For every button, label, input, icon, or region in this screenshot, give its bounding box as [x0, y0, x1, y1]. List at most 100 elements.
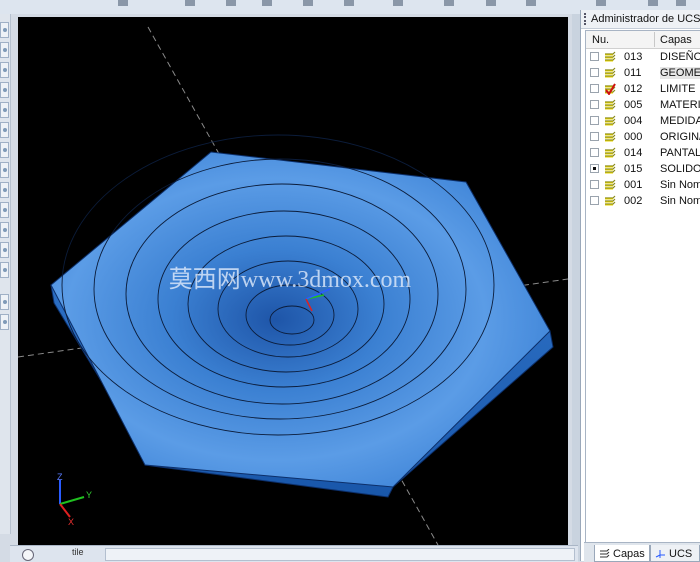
layer-number: 001 [624, 179, 643, 191]
layer-visibility-checkbox[interactable] [590, 132, 599, 141]
snap-circle-icon[interactable] [22, 549, 34, 561]
layer-name: LIMITE [660, 83, 696, 95]
layer-visibility-checkbox[interactable] [590, 164, 599, 173]
layer-name: Sin Nom [660, 195, 700, 207]
layer-name: DISEÑO [660, 51, 700, 63]
triad-label-y: Y [86, 490, 92, 500]
layer-icon [605, 99, 616, 110]
model-canvas[interactable]: 莫西网www.3dmox.com Z Y X [18, 17, 568, 545]
toolbar-icon[interactable] [185, 0, 195, 6]
toolbar-icon[interactable] [486, 0, 496, 6]
tool-button[interactable] [0, 222, 9, 238]
layer-name: GEOME [660, 67, 700, 79]
layer-number: 005 [624, 99, 643, 111]
layer-row[interactable]: 013 DISEÑO [586, 49, 700, 65]
layer-row[interactable]: 001 Sin Nom [586, 177, 700, 193]
layer-visibility-checkbox[interactable] [590, 68, 599, 77]
watermark-text: 莫西网www.3dmox.com [169, 266, 412, 293]
tool-button[interactable] [0, 262, 9, 278]
column-header-number[interactable]: Nu. [592, 34, 609, 46]
tool-button[interactable] [0, 294, 9, 310]
tab-capas[interactable]: Capas [594, 545, 650, 562]
layer-number: 002 [624, 195, 643, 207]
layer-icon [605, 67, 616, 78]
tool-button[interactable] [0, 202, 9, 218]
tool-button[interactable] [0, 62, 9, 78]
layer-number: 000 [624, 131, 643, 143]
triad-label-z: Z [57, 472, 63, 482]
layer-icon [605, 131, 616, 142]
layer-number: 004 [624, 115, 643, 127]
command-field[interactable] [105, 548, 575, 561]
toolbar-icon[interactable] [648, 0, 658, 6]
layer-visibility-checkbox[interactable] [590, 84, 599, 93]
layer-name: Sin Nom [660, 179, 700, 191]
ucs-icon [655, 550, 665, 558]
layer-name: MEDIDA [660, 115, 700, 127]
part-top-face [50, 151, 551, 488]
layer-visibility-checkbox[interactable] [590, 196, 599, 205]
layer-name: PANTAL [660, 147, 700, 159]
layer-visibility-checkbox[interactable] [590, 100, 599, 109]
layers-icon [600, 549, 610, 558]
grip-icon[interactable] [584, 13, 588, 25]
layer-icon [605, 179, 616, 190]
layer-name: MATERI [660, 99, 700, 111]
layer-visibility-checkbox[interactable] [590, 148, 599, 157]
layer-visibility-checkbox[interactable] [590, 52, 599, 61]
tool-button[interactable] [0, 42, 9, 58]
layer-number: 014 [624, 147, 643, 159]
toolbar-icon[interactable] [393, 0, 403, 6]
layer-row[interactable]: 014 PANTAL [586, 145, 700, 161]
toolbar-icon[interactable] [444, 0, 454, 6]
toolbar-icon[interactable] [118, 0, 128, 6]
layer-row[interactable]: 015 SOLIDO [586, 161, 700, 177]
layer-visibility-checkbox[interactable] [590, 116, 599, 125]
layer-name: SOLIDO [660, 163, 700, 175]
tool-button[interactable] [0, 82, 9, 98]
toolbar-icon[interactable] [676, 0, 686, 6]
layers-list: Nu. Capas 013 DISEÑO 011 GEOME 012 LIMITE 005 M… [585, 30, 700, 546]
layer-icon [605, 115, 616, 126]
layer-row[interactable]: 005 MATERI [586, 97, 700, 113]
tool-button[interactable] [0, 142, 9, 158]
toolbar-icon[interactable] [226, 0, 236, 6]
toolbar-icon[interactable] [344, 0, 354, 6]
layer-number: 013 [624, 51, 643, 63]
tool-button[interactable] [0, 182, 9, 198]
layer-number: 015 [624, 163, 643, 175]
status-text: tile [72, 547, 84, 557]
layer-row[interactable]: 011 GEOME [586, 65, 700, 81]
tab-ucs[interactable]: UCS [650, 545, 700, 562]
layer-visibility-checkbox[interactable] [590, 180, 599, 189]
triad-label-x: X [68, 517, 74, 527]
tool-button[interactable] [0, 314, 9, 330]
column-header-layers[interactable]: Capas [660, 34, 692, 46]
tool-button[interactable] [0, 122, 9, 138]
layers-panel: Administrador de UCS Nu. Capas 013 DISEÑO… [580, 10, 700, 561]
splitter[interactable] [572, 14, 580, 561]
toolbar-icon[interactable] [262, 0, 272, 6]
tool-button[interactable] [0, 22, 9, 38]
panel-title-bar[interactable]: Administrador de UCS [581, 10, 700, 29]
column-header: Nu. Capas [586, 31, 700, 49]
layer-icon [605, 163, 616, 174]
toolbar-icon[interactable] [596, 0, 606, 6]
layer-row[interactable]: 004 MEDIDA [586, 113, 700, 129]
panel-tabs: Capas UCS [584, 542, 700, 562]
layer-number: 011 [624, 67, 642, 79]
panel-title: Administrador de UCS [591, 13, 700, 25]
3d-viewport[interactable]: 莫西网www.3dmox.com Z Y X [18, 17, 568, 545]
layer-row[interactable]: 012 LIMITE [586, 81, 700, 97]
layer-row[interactable]: 000 ORIGIN/ [586, 129, 700, 145]
toolbar-icon[interactable] [526, 0, 536, 6]
tool-button[interactable] [0, 242, 9, 258]
tab-label: UCS [669, 548, 693, 560]
tab-label: Capas [613, 548, 645, 560]
axis-triad: Z Y X [57, 472, 92, 527]
tool-button[interactable] [0, 162, 9, 178]
layer-row[interactable]: 002 Sin Nom [586, 193, 700, 209]
layer-icon [605, 195, 616, 206]
toolbar-icon[interactable] [303, 0, 313, 6]
tool-button[interactable] [0, 102, 9, 118]
